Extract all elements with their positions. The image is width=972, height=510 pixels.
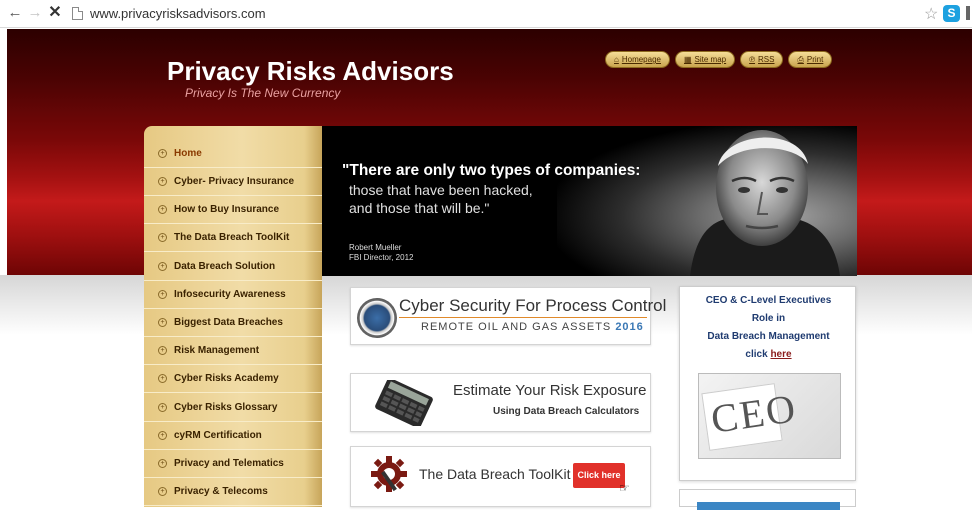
site-tagline: Privacy Is The New Currency (185, 86, 341, 100)
calculator-icon (375, 380, 433, 426)
skype-extension-icon[interactable]: S (943, 5, 960, 22)
risk-exposure-card[interactable]: Estimate Your Risk Exposure Using Data B… (350, 373, 651, 432)
sidebar-heading-line1: CEO & C-Level Executives (705, 295, 832, 306)
nav-item-home[interactable]: + Home (144, 140, 322, 168)
process-control-card[interactable]: Cyber Security For Process Control REMOT… (350, 287, 666, 345)
card-title: The Data Breach ToolKit (419, 466, 571, 482)
top-links: ⌂ Homepage ▦ Site map ℗ RSS ⎙ Print (605, 51, 833, 68)
site-map-link[interactable]: ▦ Site map (674, 51, 736, 68)
quote-headline: "There are only two types of companies: (342, 162, 641, 179)
plus-circle-icon: + (158, 487, 167, 496)
card-divider (399, 317, 647, 318)
nav-item-data-breach-solution[interactable]: + Data Breach Solution (144, 253, 322, 281)
ceo-role-box: CEO & C-Level Executives Role in Data Br… (679, 286, 856, 481)
nav-item-how-to-buy-insurance[interactable]: + How to Buy Insurance (144, 196, 322, 224)
plus-circle-icon: + (158, 290, 167, 299)
quote-author: Robert Mueller (349, 243, 402, 252)
plus-circle-icon: + (158, 403, 167, 412)
browser-toolbar: ← → ✕ www.privacyrisksadvisors.com ☆ S (0, 0, 972, 28)
plus-circle-icon: + (158, 431, 167, 440)
mouse-cursor-icon: ☞ (619, 481, 630, 495)
sidebar-click-line: click here (680, 349, 857, 360)
nav-item-cyber-risks-academy[interactable]: + Cyber Risks Academy (144, 365, 322, 393)
click-here-link[interactable]: here (770, 349, 791, 360)
address-bar[interactable]: www.privacyrisksadvisors.com (90, 6, 266, 21)
click-prefix: click (745, 349, 771, 360)
card-subtitle-text: REMOTE OIL AND GAS ASSETS (421, 321, 612, 333)
print-icon: ⎙ (797, 55, 804, 64)
card-year: 2016 (615, 321, 644, 333)
nav-item-data-breach-toolkit[interactable]: + The Data Breach ToolKit (144, 224, 322, 252)
card-subtitle: Using Data Breach Calculators (493, 406, 640, 417)
nav-item-cyrm-certification[interactable]: + cyRM Certification (144, 422, 322, 450)
plus-circle-icon: + (158, 459, 167, 468)
card-subtitle: REMOTE OIL AND GAS ASSETS 2016 (421, 321, 644, 333)
plus-circle-icon: + (158, 346, 167, 355)
left-navigation: + Home + Cyber- Privacy Insurance + How to … (144, 126, 322, 507)
quote-banner: "There are only two types of companies: … (322, 126, 857, 276)
sitemap-icon: ▦ (683, 55, 692, 64)
page-icon (72, 7, 83, 20)
plus-circle-icon: + (158, 205, 167, 214)
ceo-image[interactable]: CEO (698, 373, 841, 459)
gear-wrench-icon (371, 456, 407, 492)
plus-circle-icon: + (158, 374, 167, 383)
quote-line: those that have been hacked, (349, 182, 533, 198)
portrait-image (690, 130, 840, 276)
sidebar-heading-line3: Data Breach Management (707, 331, 830, 342)
quote-author-title: FBI Director, 2012 (349, 253, 414, 262)
card-title: Cyber Security For Process Control (399, 296, 667, 315)
nav-item-infosecurity-awareness[interactable]: + Infosecurity Awareness (144, 281, 322, 309)
menu-icon[interactable] (966, 6, 970, 20)
stop-icon[interactable]: ✕ (46, 4, 64, 22)
click-here-button[interactable]: Click here (573, 463, 625, 488)
toolkit-card[interactable]: The Data Breach ToolKit Click here ☞ (350, 446, 651, 507)
plus-circle-icon: + (158, 149, 167, 158)
plus-circle-icon: + (158, 318, 167, 327)
rss-icon: ℗ (749, 55, 756, 64)
nav-item-risk-management[interactable]: + Risk Management (144, 337, 322, 365)
sidebar-heading-line2: Role in (751, 313, 786, 324)
nav-item-cyber-privacy-insurance[interactable]: + Cyber- Privacy Insurance (144, 168, 322, 196)
card-title: Estimate Your Risk Exposure (453, 382, 647, 399)
rss-link[interactable]: ℗ RSS (740, 51, 784, 68)
plus-circle-icon: + (158, 262, 167, 271)
seal-logo-icon (357, 298, 397, 338)
nav-item-privacy-and-telecoms[interactable]: + Privacy & Telecoms (144, 478, 322, 506)
home-icon: ⌂ (614, 55, 619, 64)
forward-arrow-icon[interactable]: → (26, 4, 44, 22)
print-link[interactable]: ⎙ Print (788, 51, 833, 68)
back-arrow-icon[interactable]: ← (6, 4, 24, 22)
nav-item-privacy-and-telematics[interactable]: + Privacy and Telematics (144, 450, 322, 478)
plus-circle-icon: + (158, 233, 167, 242)
quote-line: and those that will be." (349, 200, 490, 216)
nav-item-biggest-data-breaches[interactable]: + Biggest Data Breaches (144, 309, 322, 337)
plus-circle-icon: + (158, 177, 167, 186)
nav-item-cyber-risks-glossary[interactable]: + Cyber Risks Glossary (144, 394, 322, 422)
sidebar-box-2 (679, 489, 856, 510)
bookmark-star-icon[interactable]: ☆ (924, 4, 938, 24)
sidebar-box-2-image[interactable] (697, 502, 840, 510)
site-title[interactable]: Privacy Risks Advisors (167, 56, 454, 87)
homepage-link[interactable]: ⌂ Homepage (605, 51, 670, 68)
